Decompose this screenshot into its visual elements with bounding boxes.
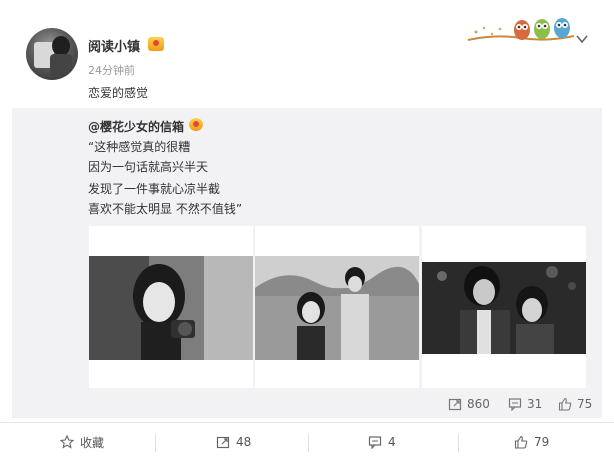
repost-count: 48 [236,435,252,449]
comment-icon [368,436,382,449]
comment-button[interactable]: 4 [368,424,396,460]
like-button[interactable]: 79 [514,424,549,460]
photo-3[interactable] [422,226,586,388]
like-count: 79 [534,435,550,449]
footer-divider [0,422,614,423]
repost-icon [216,436,230,449]
vip-badge-icon [148,37,164,51]
photo-1[interactable] [89,226,253,388]
avatar[interactable] [26,28,78,80]
retweet-line: “这种感觉真的很糟 [88,140,191,154]
chevron-down-icon[interactable] [575,32,589,46]
retweet-username[interactable]: @樱花少女的信箱 [88,118,184,135]
photo-2[interactable] [255,226,419,388]
comment-count: 31 [527,397,543,411]
favorite-button[interactable]: 收藏 [60,424,104,460]
comment-icon [508,398,522,411]
star-icon [60,435,74,449]
repost-count: 860 [467,397,490,411]
repost-button[interactable]: 48 [216,424,251,460]
retweet-line: 发现了一件事就心凉半截 [88,182,221,196]
footer-separator [458,434,459,452]
post-text: 恋爱的感觉 [88,86,149,100]
weibo-post-card: 阅读小镇 24分钟前 恋爱的感觉 @樱花少女的信箱 “这种感觉真的很糟 因为一句… [0,0,614,462]
username[interactable]: 阅读小镇 [88,36,140,55]
repost-icon [448,398,462,411]
retweet-comment-count[interactable]: 31 [508,396,542,412]
thumbs-up-icon [514,435,528,449]
retweet-line: 因为一句话就高兴半天 [88,160,209,174]
retweet-repost-count[interactable]: 860 [448,396,490,412]
like-count: 75 [577,397,593,411]
favorite-label: 收藏 [80,435,105,450]
comment-count: 4 [388,435,396,449]
thumbs-up-icon [558,397,572,411]
footer-separator [155,434,156,452]
owls-decoration-icon [467,18,575,41]
footer-separator [308,434,309,452]
action-bar: 收藏 48 4 79 [0,424,614,460]
retweet-line: 喜欢不能太明显 不然不值钱” [88,202,243,216]
timestamp[interactable]: 24分钟前 [88,62,135,78]
retweet-like-count[interactable]: 75 [558,396,592,412]
vip-badge-icon [189,118,203,131]
